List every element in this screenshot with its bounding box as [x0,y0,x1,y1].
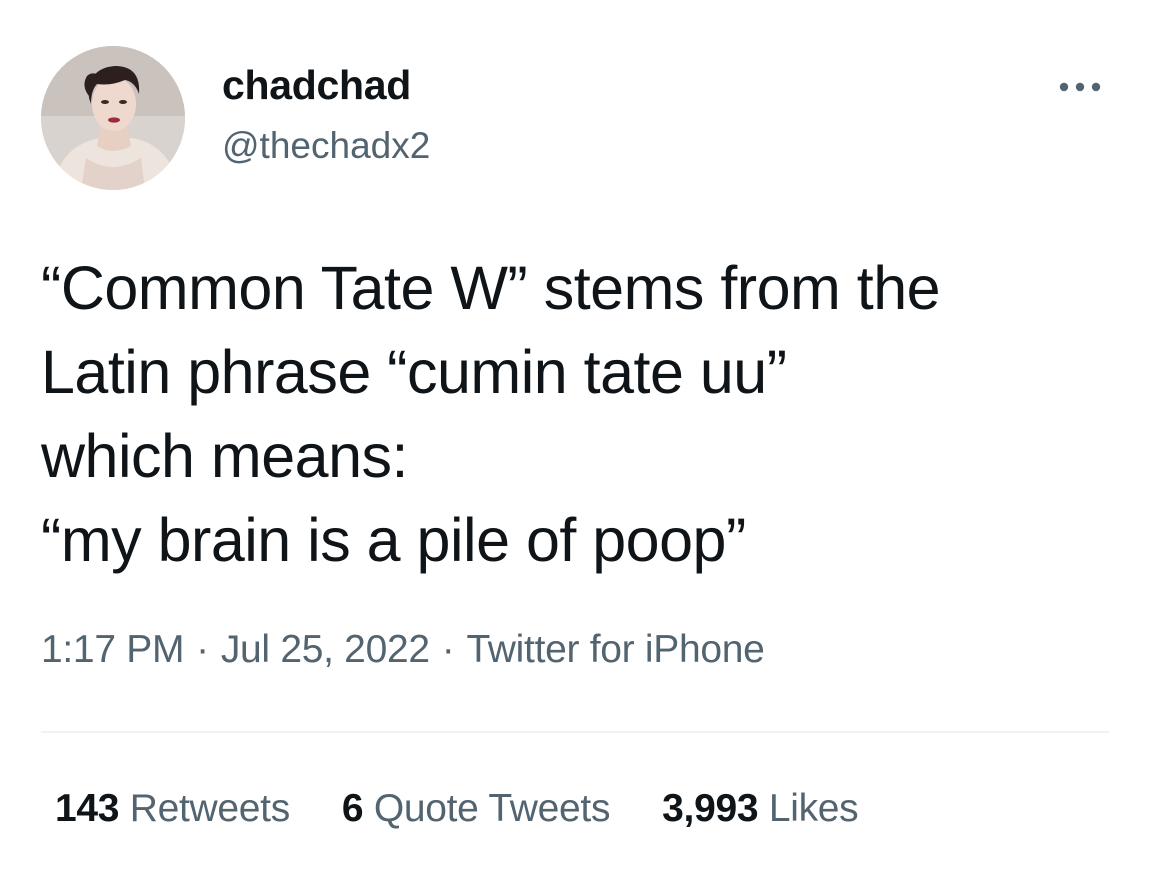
tweet-date[interactable]: Jul 25, 2022 [221,628,430,671]
quote-tweets-stat[interactable]: 6 Quote Tweets [341,787,611,831]
likes-label: Likes [768,787,859,830]
author-display-name[interactable]: chadchad [222,62,411,109]
avatar[interactable] [41,46,185,190]
tweet-meta: 1:17 PM · Jul 25, 2022 · Twitter for iPhone [41,628,765,672]
quote-tweets-label: Quote Tweets [373,787,611,830]
more-horizontal-icon[interactable] [1056,72,1104,102]
divider [41,731,1109,733]
meta-separator: · [196,628,209,671]
retweets-label: Retweets [129,787,290,830]
author-handle[interactable]: @thechadx2 [222,125,430,167]
tweet-text: “Common Tate W” stems from the Latin phr… [41,254,941,574]
likes-stat[interactable]: 3,993 Likes [662,787,859,831]
likes-count: 3,993 [662,787,759,830]
retweets-count: 143 [55,787,120,830]
quote-tweets-count: 6 [341,787,364,830]
profile-photo-icon [41,46,185,190]
meta-separator: · [441,628,455,671]
retweets-stat[interactable]: 143 Retweets [55,787,290,831]
tweet-stats: 143 Retweets 6 Quote Tweets 3,993 Likes [55,787,910,831]
tweet-time[interactable]: 1:17 PM [41,628,184,671]
tweet-source[interactable]: Twitter for iPhone [466,628,764,671]
tweet-card: chadchad @thechadx2 “Common Tate W” stem… [0,0,1154,882]
